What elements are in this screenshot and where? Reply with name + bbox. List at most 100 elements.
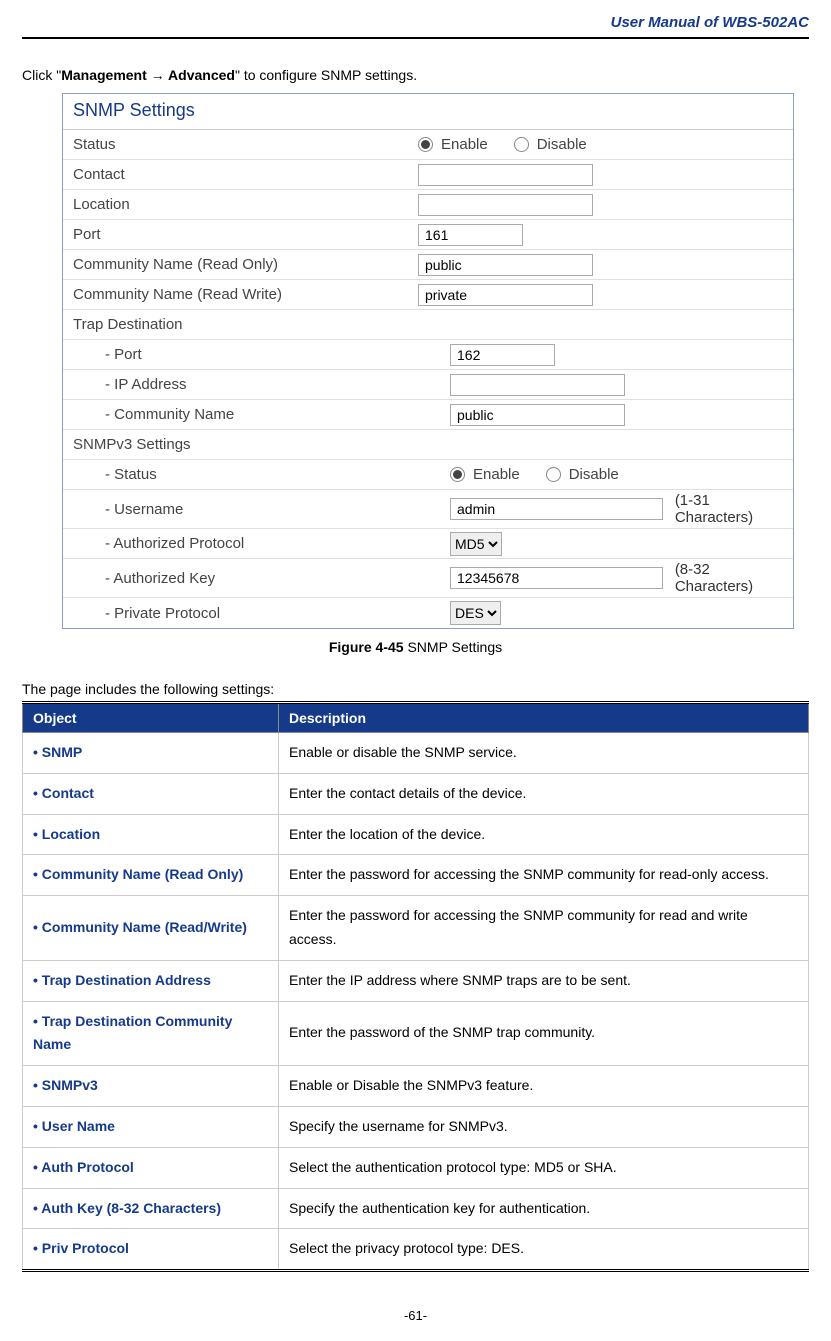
trap-ip-label: IP Address — [73, 372, 450, 397]
nav-advanced: Advanced — [168, 67, 235, 83]
v3-akey-input[interactable] — [450, 567, 663, 589]
location-input[interactable] — [418, 194, 593, 216]
trap-port-label: Port — [73, 342, 450, 367]
row-trap-ip: IP Address — [63, 370, 793, 400]
th-description: Description — [279, 703, 809, 733]
table-row: Priv ProtocolSelect the privacy protocol… — [23, 1229, 809, 1271]
nav-management: Management — [61, 67, 147, 83]
object-cell: Location — [23, 814, 279, 855]
community-ro-input[interactable] — [418, 254, 593, 276]
v3-user-label: Username — [73, 497, 450, 522]
caption-rest: SNMP Settings — [404, 639, 503, 655]
row-community-ro: Community Name (Read Only) — [63, 250, 793, 280]
object-cell: SNMP — [23, 733, 279, 774]
row-v3-akey: Authorized Key (8-32 Characters) — [63, 559, 793, 598]
intro-suffix: " to configure SNMP settings. — [235, 67, 417, 83]
community-ro-label: Community Name (Read Only) — [73, 252, 418, 277]
description-cell: Enable or Disable the SNMPv3 feature. — [279, 1066, 809, 1107]
description-cell: Select the privacy protocol type: DES. — [279, 1229, 809, 1271]
trap-port-input[interactable] — [450, 344, 555, 366]
figure-title: SNMP Settings — [63, 94, 793, 130]
row-trap-section: Trap Destination — [63, 310, 793, 340]
th-object: Object — [23, 703, 279, 733]
object-cell: Contact — [23, 773, 279, 814]
v3-pproto-label: Private Protocol — [73, 601, 450, 626]
status-disable-radio[interactable] — [514, 137, 529, 152]
row-contact: Contact — [63, 160, 793, 190]
description-cell: Enter the contact details of the device. — [279, 773, 809, 814]
description-cell: Specify the username for SNMPv3. — [279, 1106, 809, 1147]
community-rw-input[interactable] — [418, 284, 593, 306]
status-disable-text: Disable — [537, 136, 587, 153]
object-cell: SNMPv3 — [23, 1066, 279, 1107]
description-cell: Select the authentication protocol type:… — [279, 1147, 809, 1188]
v3-section-label: SNMPv3 Settings — [73, 432, 418, 457]
page-number: -61- — [22, 1308, 809, 1323]
row-community-rw: Community Name (Read Write) — [63, 280, 793, 310]
row-trap-port: Port — [63, 340, 793, 370]
object-cell: Auth Key (8-32 Characters) — [23, 1188, 279, 1229]
status-enable-text: Enable — [441, 136, 488, 153]
table-row: User NameSpecify the username for SNMPv3… — [23, 1106, 809, 1147]
community-rw-label: Community Name (Read Write) — [73, 282, 418, 307]
v3-user-input[interactable] — [450, 498, 663, 520]
row-v3-status: Status Enable Disable — [63, 460, 793, 490]
v3-aproto-select[interactable]: MD5 — [450, 532, 502, 556]
object-cell: Community Name (Read/Write) — [23, 896, 279, 961]
v3-disable-text: Disable — [569, 466, 619, 483]
v3-enable-radio[interactable] — [450, 467, 465, 482]
description-cell: Enable or disable the SNMP service. — [279, 733, 809, 774]
description-cell: Enter the password of the SNMP trap comm… — [279, 1001, 809, 1066]
table-row: Trap Destination AddressEnter the IP add… — [23, 960, 809, 1001]
description-cell: Enter the password for accessing the SNM… — [279, 855, 809, 896]
row-v3-aproto: Authorized Protocol MD5 — [63, 529, 793, 559]
trap-community-input[interactable] — [450, 404, 625, 426]
row-location: Location — [63, 190, 793, 220]
description-cell: Enter the password for accessing the SNM… — [279, 896, 809, 961]
description-table: Object Description SNMPEnable or disable… — [22, 701, 809, 1272]
table-row: Auth Key (8-32 Characters)Specify the au… — [23, 1188, 809, 1229]
table-row: SNMPv3Enable or Disable the SNMPv3 featu… — [23, 1066, 809, 1107]
row-port: Port — [63, 220, 793, 250]
trap-ip-input[interactable] — [450, 374, 625, 396]
table-intro: The page includes the following settings… — [22, 681, 809, 697]
page-header-title: User Manual of WBS-502AC — [22, 0, 809, 37]
table-row: ContactEnter the contact details of the … — [23, 773, 809, 814]
row-v3-section: SNMPv3 Settings — [63, 430, 793, 460]
object-cell: Community Name (Read Only) — [23, 855, 279, 896]
v3-pproto-select[interactable]: DES — [450, 601, 501, 625]
description-cell: Enter the location of the device. — [279, 814, 809, 855]
intro-prefix: Click " — [22, 67, 61, 83]
v3-akey-label: Authorized Key — [73, 566, 450, 591]
v3-user-hint: (1-31 Characters) — [675, 492, 783, 526]
row-trap-community: Community Name — [63, 400, 793, 430]
row-v3-pproto: Private Protocol DES — [63, 598, 793, 628]
header-rule — [22, 37, 809, 39]
table-row: Community Name (Read Only)Enter the pass… — [23, 855, 809, 896]
trap-section-label: Trap Destination — [73, 312, 418, 337]
v3-enable-text: Enable — [473, 466, 520, 483]
snmp-settings-figure: SNMP Settings Status Enable Disable Cont… — [62, 93, 794, 629]
port-input[interactable] — [418, 224, 523, 246]
v3-disable-radio[interactable] — [546, 467, 561, 482]
arrow-icon: → — [147, 67, 168, 83]
v3-aproto-label: Authorized Protocol — [73, 531, 450, 556]
object-cell: User Name — [23, 1106, 279, 1147]
v3-akey-hint: (8-32 Characters) — [675, 561, 783, 595]
description-cell: Enter the IP address where SNMP traps ar… — [279, 960, 809, 1001]
object-cell: Auth Protocol — [23, 1147, 279, 1188]
table-row: LocationEnter the location of the device… — [23, 814, 809, 855]
trap-community-label: Community Name — [73, 402, 450, 427]
description-cell: Specify the authentication key for authe… — [279, 1188, 809, 1229]
table-row: Auth ProtocolSelect the authentication p… — [23, 1147, 809, 1188]
contact-label: Contact — [73, 162, 418, 187]
contact-input[interactable] — [418, 164, 593, 186]
table-row: Trap Destination Community NameEnter the… — [23, 1001, 809, 1066]
object-cell: Trap Destination Address — [23, 960, 279, 1001]
location-label: Location — [73, 192, 418, 217]
status-enable-radio[interactable] — [418, 137, 433, 152]
port-label: Port — [73, 222, 418, 247]
status-label: Status — [73, 132, 418, 157]
caption-bold: Figure 4-45 — [329, 639, 404, 655]
object-cell: Trap Destination Community Name — [23, 1001, 279, 1066]
